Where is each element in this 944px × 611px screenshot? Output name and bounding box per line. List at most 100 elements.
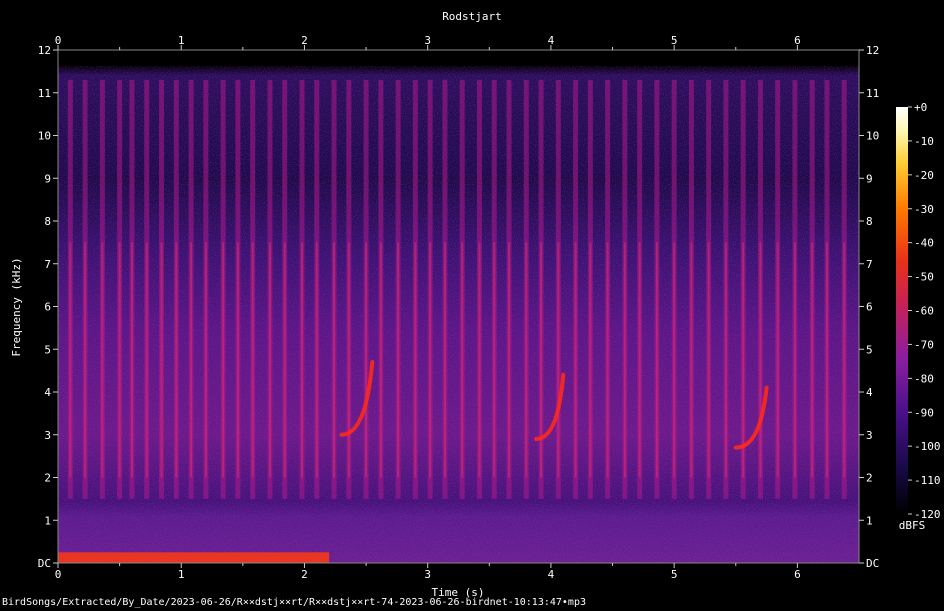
colorbar-ticks: +0-10-20-30-40-50-60-70-80-90-100-110-12… xyxy=(908,101,941,521)
x-axis-bottom: 0 1 2 3 4 5 6 xyxy=(55,563,801,581)
click-core xyxy=(414,242,417,478)
x-tick-label-top: 3 xyxy=(424,34,431,47)
x-tick-label-top: 1 xyxy=(178,34,185,47)
y-tick-label: 8 xyxy=(44,215,51,228)
y-tick-label: 11 xyxy=(38,87,51,100)
click-core xyxy=(508,242,511,478)
x-tick-label-top: 2 xyxy=(301,34,308,47)
click-core xyxy=(461,242,464,478)
click-core xyxy=(175,242,178,478)
x-tick-label-top: 4 xyxy=(548,34,555,47)
x-tick-label: 6 xyxy=(794,568,801,581)
y-tick-label-right: 7 xyxy=(866,258,873,271)
click-core xyxy=(478,242,481,478)
click-core xyxy=(222,242,225,478)
click-core xyxy=(443,242,446,478)
click-core xyxy=(655,242,658,478)
click-core xyxy=(190,242,193,478)
colorbar-label: dBFS xyxy=(899,519,926,532)
click-core xyxy=(707,242,710,478)
click-core xyxy=(204,242,207,478)
click-core xyxy=(283,242,286,478)
colorbar-tick-label: -90 xyxy=(914,406,934,419)
y-tick-label: 2 xyxy=(44,472,51,485)
click-core xyxy=(589,242,592,478)
click-core xyxy=(268,242,271,478)
y-tick-label-right: 9 xyxy=(866,172,873,185)
colorbar-tick-label: -50 xyxy=(914,271,934,284)
colorbar-tick-label: -70 xyxy=(914,338,934,351)
y-tick-label: 7 xyxy=(44,258,51,271)
click-core xyxy=(493,242,496,478)
x-tick-label-top: 5 xyxy=(671,34,678,47)
spectrogram-chart: Rodstjart 0123456 0123456 DC123456789101… xyxy=(10,10,941,599)
colorbar xyxy=(896,107,908,514)
click-core xyxy=(793,242,796,478)
click-core xyxy=(742,242,745,478)
y-tick-label-right: 5 xyxy=(866,343,873,356)
x-tick-label: 3 xyxy=(424,568,431,581)
y-tick-label-right: 8 xyxy=(866,215,873,228)
y-tick-label: 10 xyxy=(38,130,51,143)
click-core xyxy=(623,242,626,478)
click-core xyxy=(540,242,543,478)
click-core xyxy=(557,242,560,478)
click-core xyxy=(315,242,318,478)
chart-title: Rodstjart xyxy=(442,10,502,23)
click-core xyxy=(84,242,87,478)
colorbar-tick-label: -100 xyxy=(914,440,941,453)
y-tick-label-right: 12 xyxy=(866,44,879,57)
y-tick-label-right: 2 xyxy=(866,472,873,485)
click-core xyxy=(379,242,382,478)
click-core xyxy=(525,242,528,478)
y-tick-label-right: 4 xyxy=(866,386,873,399)
y-tick-label: DC xyxy=(38,557,51,570)
click-core xyxy=(776,242,779,478)
click-core xyxy=(811,242,814,478)
x-tick-label: 1 xyxy=(178,568,185,581)
click-core xyxy=(690,242,693,478)
y-tick-label: 9 xyxy=(44,172,51,185)
click-core xyxy=(606,242,609,478)
click-core xyxy=(130,242,133,478)
y-tick-label: 5 xyxy=(44,343,51,356)
colorbar-tick-label: -110 xyxy=(914,474,941,487)
x-tick-label-top: 0 xyxy=(55,34,62,47)
low-frequency-noise xyxy=(58,552,330,563)
click-core xyxy=(365,242,368,478)
click-core xyxy=(759,242,762,478)
y-tick-label-right: 11 xyxy=(866,87,879,100)
plot-area xyxy=(58,50,859,563)
y-axis-label: Frequency (kHz) xyxy=(10,257,23,356)
click-core xyxy=(825,242,828,478)
click-core xyxy=(251,242,254,478)
click-core xyxy=(101,242,104,478)
y-tick-label-right: 10 xyxy=(866,130,879,143)
click-core xyxy=(673,242,676,478)
click-core xyxy=(69,242,72,478)
click-core xyxy=(160,242,163,478)
click-core xyxy=(429,242,432,478)
colorbar-tick-label: -30 xyxy=(914,203,934,216)
y-tick-label: 6 xyxy=(44,301,51,314)
colorbar-tick-label: -20 xyxy=(914,169,934,182)
y-tick-label: 3 xyxy=(44,429,51,442)
x-tick-label: 4 xyxy=(548,568,555,581)
click-core xyxy=(347,242,350,478)
colorbar-tick-label: +0 xyxy=(914,101,927,114)
click-core xyxy=(118,242,121,478)
y-tick-label: 12 xyxy=(38,44,51,57)
click-core xyxy=(300,242,303,478)
noise-burst xyxy=(58,552,330,563)
x-tick-label: 0 xyxy=(55,568,62,581)
x-axis-top: 0 1 2 3 4 5 6 xyxy=(55,34,801,50)
click-core xyxy=(236,242,239,478)
click-core xyxy=(145,242,148,478)
colorbar-tick-label: -40 xyxy=(914,237,934,250)
click-core xyxy=(724,242,727,478)
y-tick-label-right: 6 xyxy=(866,301,873,314)
x-tick-label: 2 xyxy=(301,568,308,581)
y-tick-label: 1 xyxy=(44,514,51,527)
colorbar-tick-label: -10 xyxy=(914,135,934,148)
file-path-footer: BirdSongs/Extracted/By_Date/2023-06-26/R… xyxy=(2,597,586,608)
